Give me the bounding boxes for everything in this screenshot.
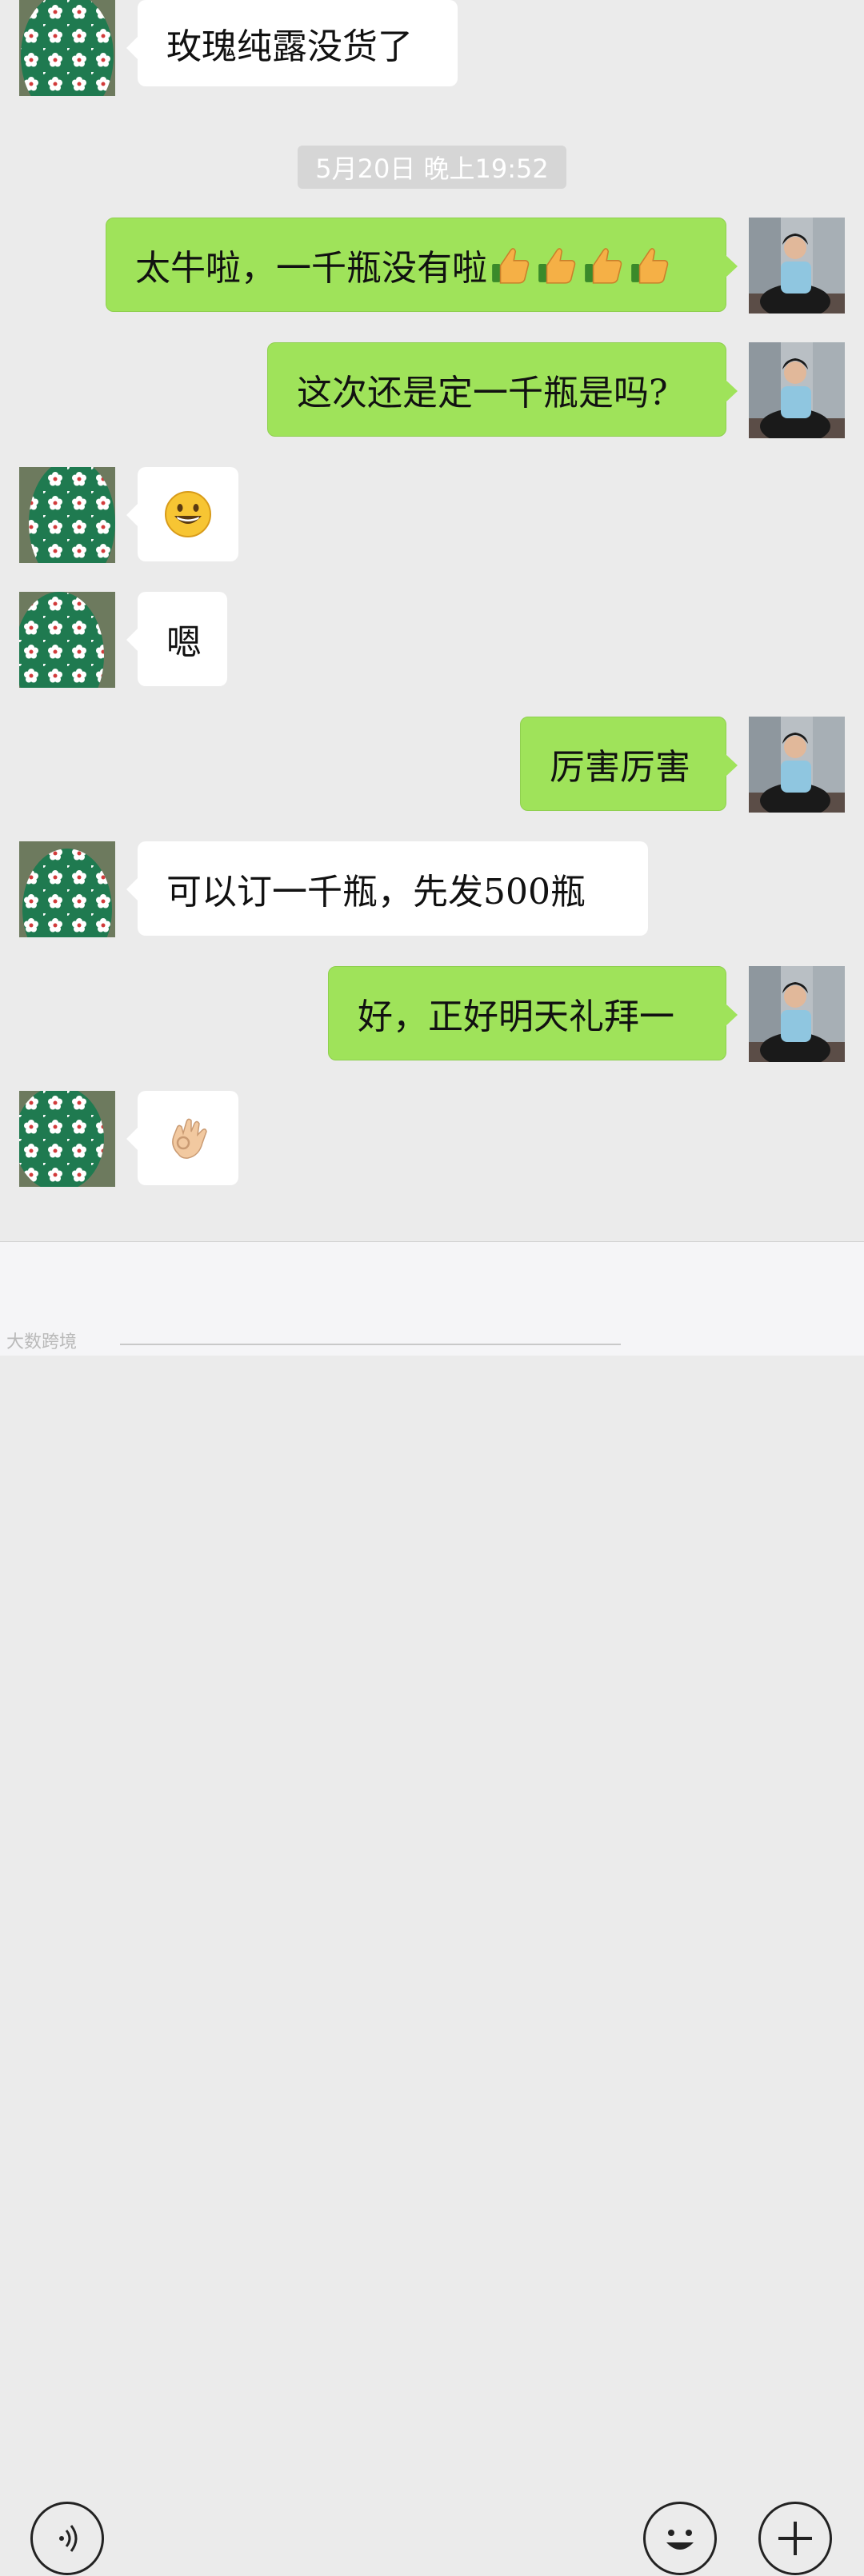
message-bubble-incoming[interactable]: 嗯 bbox=[126, 592, 227, 686]
input-toolbar bbox=[0, 1241, 864, 2575]
message-bubble-outgoing[interactable]: 这次还是定一千瓶是吗? bbox=[267, 342, 738, 437]
message-bubble-incoming[interactable] bbox=[126, 1091, 238, 1185]
self-avatar[interactable] bbox=[749, 218, 845, 314]
message-timestamp: 5月20日 晚上19:52 bbox=[298, 146, 566, 189]
thumbs-up-emoji-group bbox=[489, 244, 670, 286]
message-text: 这次还是定一千瓶是吗? bbox=[297, 373, 668, 413]
self-avatar[interactable] bbox=[749, 342, 845, 438]
self-avatar[interactable] bbox=[749, 966, 845, 1062]
message-bubble-incoming[interactable]: 玫瑰纯露没货了 bbox=[126, 0, 458, 86]
emoji-button[interactable] bbox=[643, 2502, 717, 2575]
message-text: 太牛啦，一千瓶没有啦 bbox=[135, 248, 487, 289]
contact-avatar[interactable] bbox=[19, 0, 115, 96]
contact-avatar[interactable] bbox=[19, 1091, 115, 1187]
voice-icon bbox=[59, 2525, 78, 2552]
message-bubble-outgoing[interactable]: 好，正好明天礼拜一 bbox=[328, 966, 738, 1060]
chat-area[interactable]: 玫瑰纯露没货了 5月20日 晚上19:52 太牛啦，一千瓶没有啦 这次还是定一千… bbox=[0, 0, 864, 1241]
plus-icon bbox=[778, 2522, 812, 2555]
thumbs-up-icon bbox=[535, 244, 577, 286]
message-text: 可以订一千瓶，先发500瓶 bbox=[166, 872, 586, 913]
thumbs-up-icon bbox=[582, 244, 623, 286]
ok-hand-icon bbox=[172, 1118, 207, 1159]
smiley-icon bbox=[666, 2530, 694, 2550]
message-bubble-incoming[interactable] bbox=[126, 467, 238, 561]
watermark: 大数跨境 bbox=[6, 1332, 78, 1352]
message-text: 嗯 bbox=[166, 622, 202, 663]
grinning-face-icon bbox=[165, 491, 211, 537]
message-bubble-outgoing[interactable]: 太牛啦，一千瓶没有啦 bbox=[106, 218, 738, 312]
contact-avatar[interactable] bbox=[19, 467, 115, 563]
message-text: 好，正好明天礼拜一 bbox=[358, 996, 674, 1037]
self-avatar[interactable] bbox=[749, 717, 845, 813]
message-text: 玫瑰纯露没货了 bbox=[166, 26, 413, 67]
thumbs-up-icon bbox=[489, 244, 530, 286]
message-text: 厉害厉害 bbox=[550, 747, 690, 788]
message-input-field[interactable] bbox=[120, 1344, 621, 1345]
message-bubble-outgoing[interactable]: 厉害厉害 bbox=[520, 717, 738, 811]
contact-avatar[interactable] bbox=[19, 592, 115, 688]
voice-button[interactable] bbox=[30, 2502, 104, 2575]
contact-avatar[interactable] bbox=[19, 841, 115, 937]
thumbs-up-icon bbox=[628, 244, 670, 286]
more-button[interactable] bbox=[758, 2502, 832, 2575]
message-bubble-incoming[interactable]: 可以订一千瓶，先发500瓶 bbox=[126, 841, 648, 936]
